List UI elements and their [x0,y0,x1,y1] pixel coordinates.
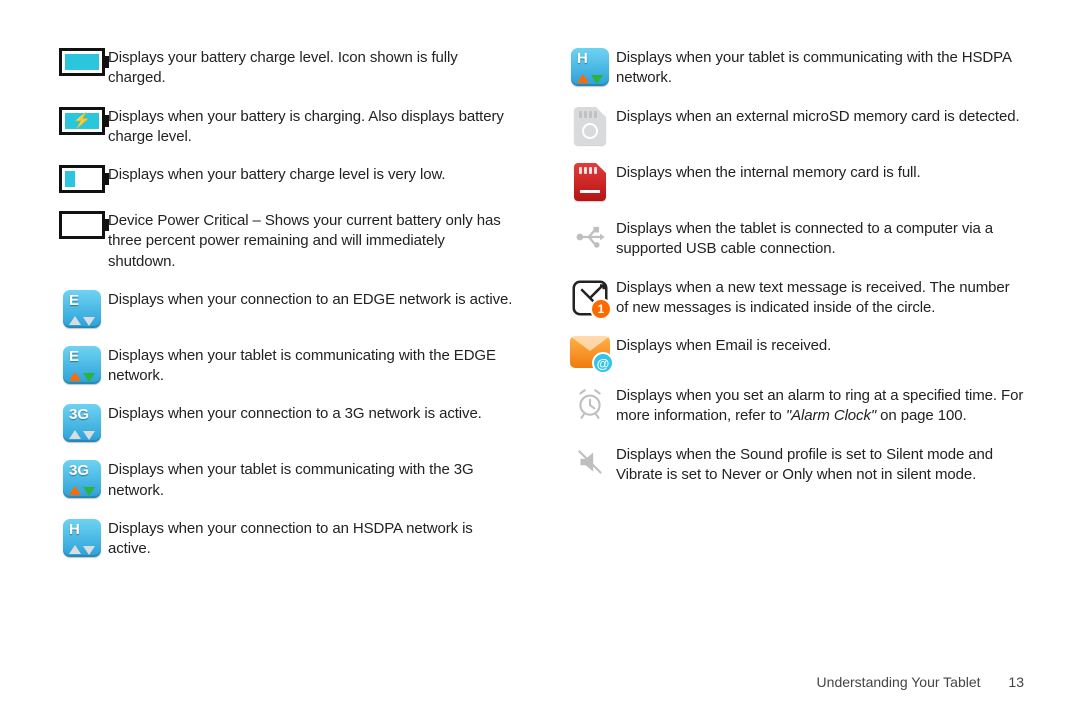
usb-icon [572,219,608,260]
manual-page: Displays your battery charge level. Icon… [0,0,1080,720]
email-icon: @ [570,336,610,368]
icon-cell [564,163,616,201]
icon-description-row: ⚡Displays when your battery is charging.… [56,107,516,148]
icon-cell [56,211,108,239]
icon-description: Displays when your tablet is communicati… [108,346,516,387]
icon-description-row: Displays when the Sound profile is set t… [564,445,1024,486]
icon-description-row: E Displays when your tablet is communica… [56,346,516,387]
icon-description: Displays when your battery is charging. … [108,107,516,148]
icon-description: Displays when your connection to an HSDP… [108,519,516,560]
footer-section: Understanding Your Tablet [817,674,981,690]
icon-description: Displays when an external microSD memory… [616,107,1024,127]
icon-description: Displays when your connection to a 3G ne… [108,404,516,424]
icon-cell: ⚡ [56,107,108,135]
icon-description: Displays when the internal memory card i… [616,163,1024,183]
icon-description: Displays when your tablet is communicati… [616,48,1024,89]
icon-description: Displays when your connection to an EDGE… [108,290,516,310]
icon-cell: H [56,519,108,557]
sd-card-full-icon [574,163,606,201]
hsdpa-active-icon: H [571,48,609,86]
icon-cell: E [56,346,108,384]
message-badge: 1 [590,298,612,320]
icon-cell [564,219,616,260]
icon-cell: 3G [56,404,108,442]
sd-card-icon [574,107,606,145]
content-columns: Displays your battery charge level. Icon… [56,48,1024,662]
battery-full-icon [59,48,105,76]
icon-description-row: Displays when you set an alarm to ring a… [564,386,1024,427]
icon-description: Displays when the Sound profile is set t… [616,445,1024,486]
icon-description: Device Power Critical – Shows your curre… [108,211,516,272]
page-footer: Understanding Your Tablet 13 [56,662,1024,690]
icon-description: Displays when your tablet is communicati… [108,460,516,501]
icon-description-row: H Displays when your connection to an HS… [56,519,516,560]
icon-description-row: Displays your battery charge level. Icon… [56,48,516,89]
icon-description: Displays when your battery charge level … [108,165,516,185]
icon-cell [564,107,616,145]
battery-critical-icon [59,211,105,239]
left-column: Displays your battery charge level. Icon… [56,48,516,662]
icon-cell: E [56,290,108,328]
icon-description: Displays your battery charge level. Icon… [108,48,516,89]
threeg-idle-icon: 3G [63,404,101,442]
icon-description: Displays when Email is received. [616,336,1024,356]
icon-description-row: E Displays when your connection to an ED… [56,290,516,328]
icon-description-row: Displays when an external microSD memory… [564,107,1024,145]
icon-cell: 1 [564,278,616,318]
icon-description-row: 1Displays when a new text message is rec… [564,278,1024,319]
edge-active-icon: E [63,346,101,384]
icon-description-row: Device Power Critical – Shows your curre… [56,211,516,272]
reference-link: "Alarm Clock" [786,407,876,424]
threeg-active-icon: 3G [63,460,101,498]
icon-description: Displays when the tablet is connected to… [616,219,1024,260]
icon-description-row: Displays when your battery charge level … [56,165,516,193]
email-badge: @ [592,352,614,374]
hsdpa-idle-icon: H [63,519,101,557]
icon-description-row: Displays when the tablet is connected to… [564,219,1024,260]
edge-idle-icon: E [63,290,101,328]
icon-cell [564,445,616,484]
mute-icon [573,445,607,484]
battery-charging-icon: ⚡ [59,107,105,135]
battery-low-icon [59,165,105,193]
message-icon: 1 [570,278,610,318]
icon-description-row: H Displays when your tablet is communica… [564,48,1024,89]
icon-description-row: 3G Displays when your tablet is communic… [56,460,516,501]
icon-description-row: 3G Displays when your connection to a 3G… [56,404,516,442]
icon-description: Displays when a new text message is rece… [616,278,1024,319]
icon-cell: @ [564,336,616,368]
icon-cell [56,165,108,193]
footer-page-number: 13 [1008,674,1024,690]
icon-cell [564,386,616,425]
icon-cell: H [564,48,616,86]
icon-description-row: Displays when the internal memory card i… [564,163,1024,201]
icon-cell: 3G [56,460,108,498]
icon-description: Displays when you set an alarm to ring a… [616,386,1024,427]
icon-cell [56,48,108,76]
icon-description-row: @ Displays when Email is received. [564,336,1024,368]
right-column: H Displays when your tablet is communica… [564,48,1024,662]
alarm-icon [573,386,607,425]
